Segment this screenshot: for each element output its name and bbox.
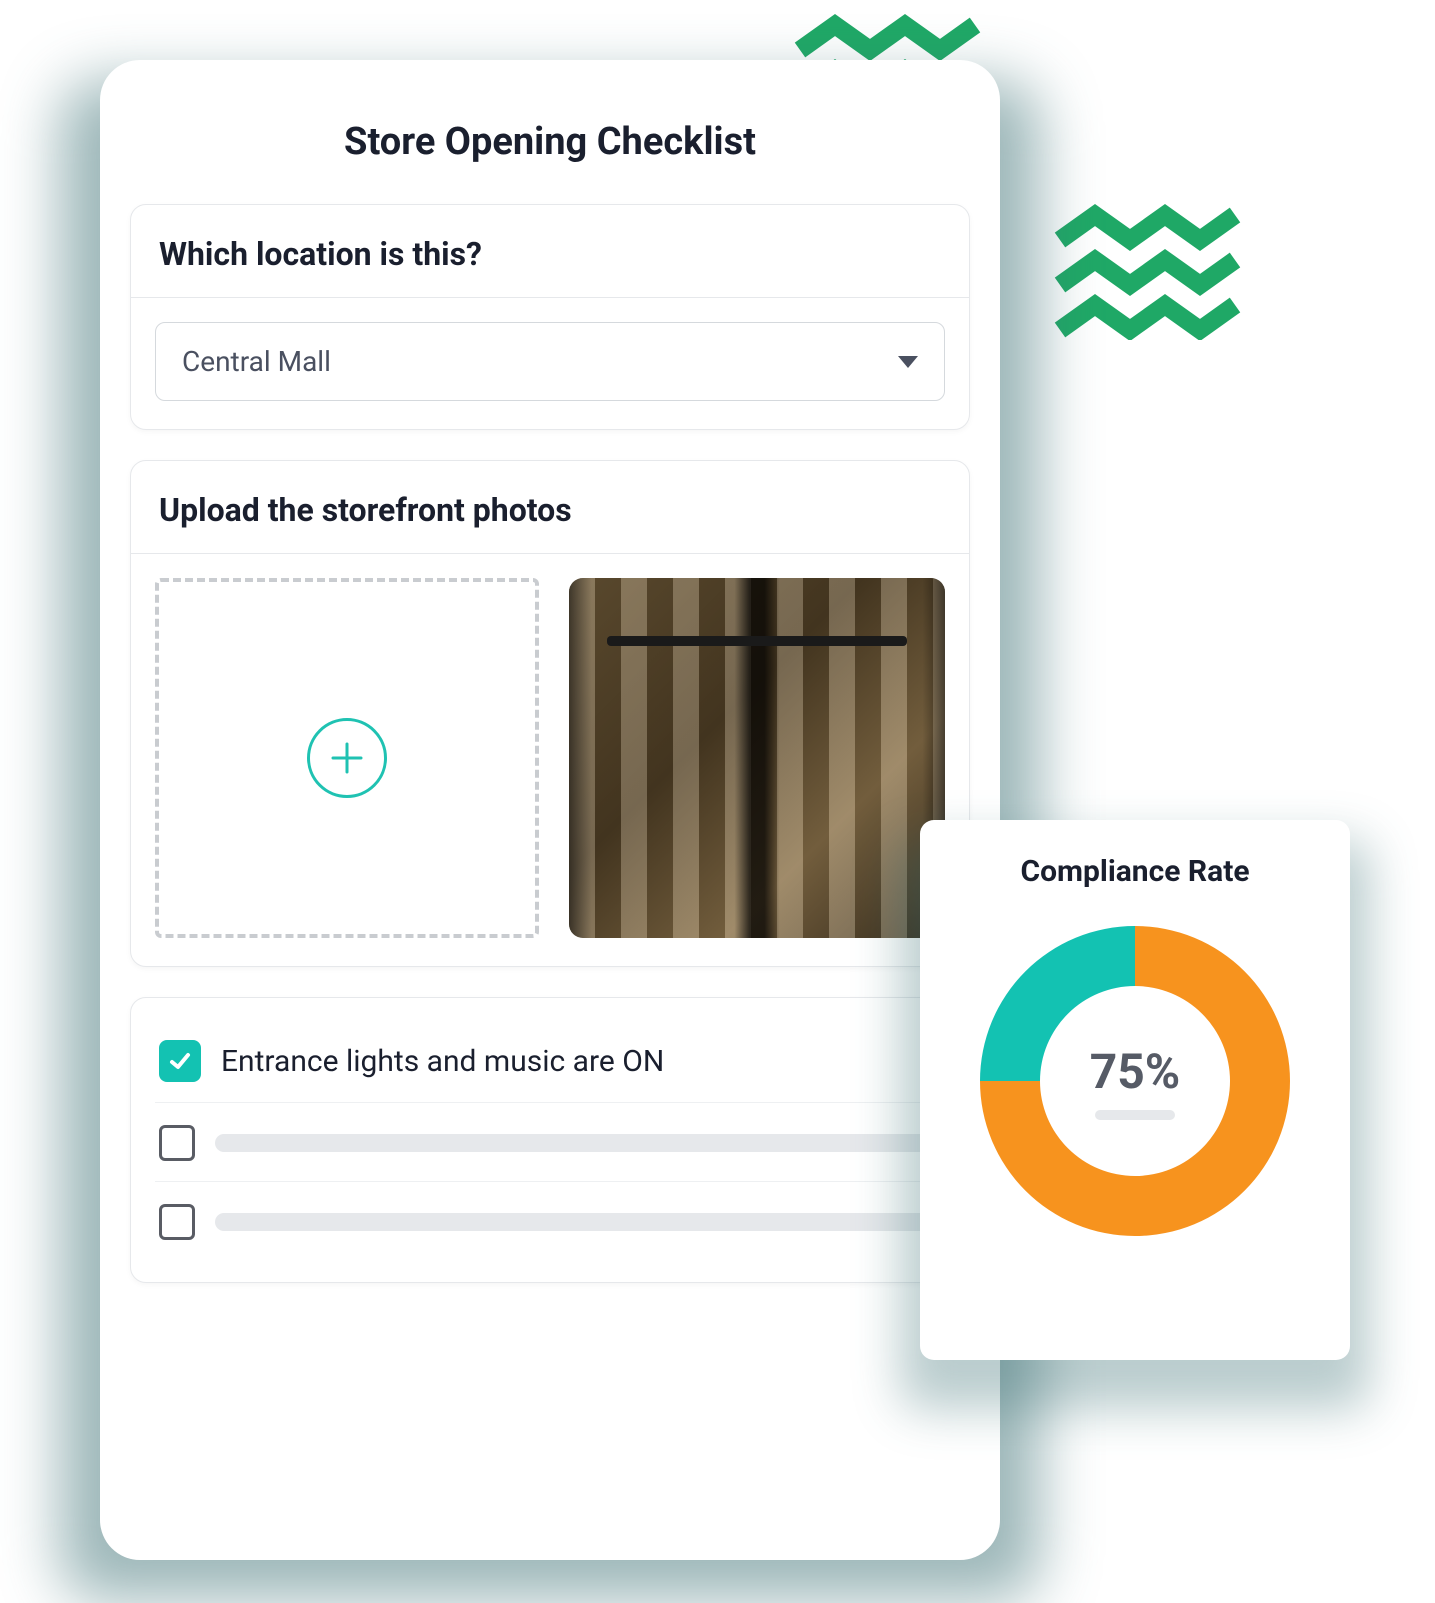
placeholder-text (215, 1213, 941, 1231)
checklist-section: Entrance lights and music are ON (130, 997, 970, 1283)
location-question-header: Which location is this? (131, 205, 969, 298)
location-question: Which location is this? (159, 235, 941, 273)
checklist-card: Store Opening Checklist Which location i… (100, 60, 1000, 1560)
upload-title: Upload the storefront photos (159, 491, 941, 529)
checkbox-unchecked[interactable] (159, 1125, 195, 1161)
plus-icon (307, 718, 387, 798)
zigzag-decor-icon (1050, 200, 1250, 340)
upload-dropzone[interactable] (155, 578, 539, 938)
checkbox-unchecked[interactable] (159, 1204, 195, 1240)
location-select[interactable]: Central Mall (155, 322, 945, 401)
page-title: Store Opening Checklist (130, 120, 970, 164)
compliance-donut-chart: 75% (965, 911, 1305, 1251)
upload-section: Upload the storefront photos (130, 460, 970, 967)
checkbox-checked[interactable] (159, 1040, 201, 1082)
compliance-value: 75% (1090, 1043, 1181, 1100)
checklist-item (155, 1181, 945, 1254)
location-section: Which location is this? Central Mall (130, 204, 970, 430)
storefront-photo-thumbnail[interactable] (569, 578, 945, 938)
compliance-title: Compliance Rate (944, 854, 1326, 889)
compliance-underline (1095, 1110, 1175, 1120)
location-select-value: Central Mall (182, 345, 331, 378)
checklist-item (155, 1102, 945, 1175)
checklist-item-label: Entrance lights and music are ON (221, 1044, 664, 1079)
placeholder-text (215, 1134, 941, 1152)
checklist-item: Entrance lights and music are ON (155, 1026, 945, 1096)
compliance-card: Compliance Rate 75% (920, 820, 1350, 1360)
chevron-down-icon (898, 356, 918, 368)
check-icon (167, 1048, 193, 1074)
upload-header: Upload the storefront photos (131, 461, 969, 554)
